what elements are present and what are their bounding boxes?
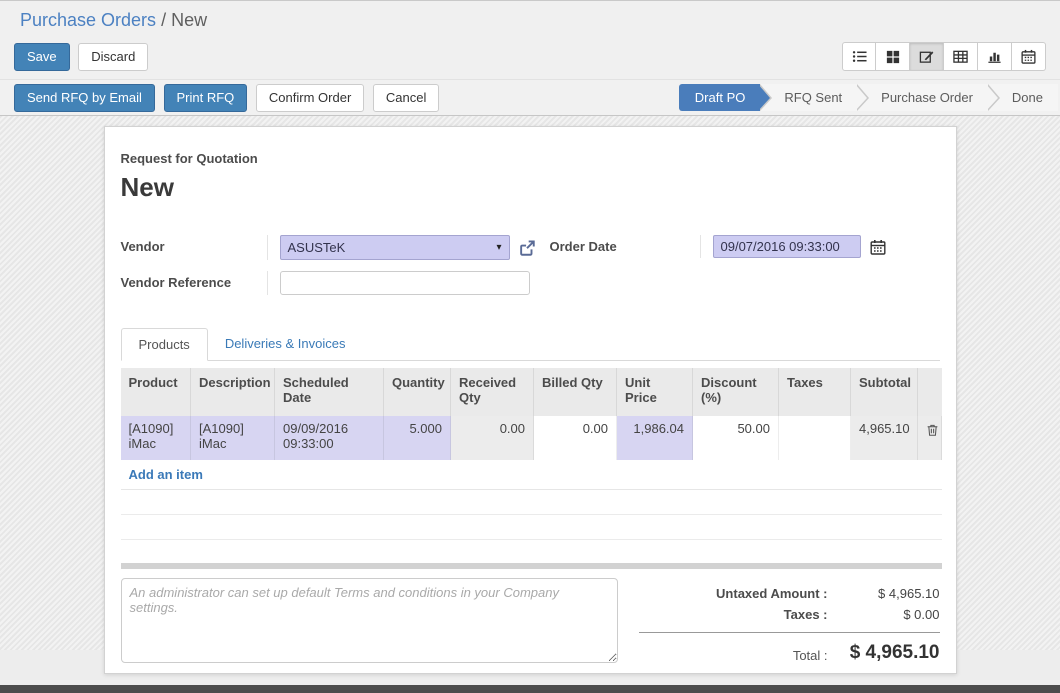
cancel-button[interactable]: Cancel [373, 84, 439, 112]
col-subtotal[interactable]: Subtotal [851, 368, 918, 416]
calendar-icon [1021, 49, 1036, 64]
empty-row [121, 540, 942, 563]
empty-row [121, 515, 942, 540]
vendor-value: ASUSTeK [288, 240, 346, 255]
col-quantity[interactable]: Quantity [384, 368, 451, 416]
statusbar: Send RFQ by Email Print RFQ Confirm Orde… [0, 79, 1060, 116]
breadcrumb-bar: Purchase Orders / New [0, 1, 1060, 35]
cell-subtotal: 4,965.10 [851, 416, 918, 460]
kanban-view-button[interactable] [876, 42, 910, 71]
order-date-label: Order Date [550, 235, 700, 254]
taxes-value: $ 0.00 [828, 607, 940, 622]
notebook-tabs: Products Deliveries & Invoices [121, 328, 940, 361]
pivot-view-button[interactable] [944, 42, 978, 71]
totals-block: Untaxed Amount : $ 4,965.10 Taxes : $ 0.… [639, 578, 940, 667]
trash-icon[interactable] [926, 423, 939, 437]
breadcrumb-separator: / [161, 10, 166, 30]
col-description[interactable]: Description [191, 368, 275, 416]
vendor-reference-input[interactable] [280, 271, 530, 295]
breadcrumb-current: New [171, 10, 207, 30]
col-received-qty[interactable]: Received Qty [451, 368, 534, 416]
add-an-item-link[interactable]: Add an item [129, 467, 203, 482]
cell-product[interactable]: [A1090] iMac [121, 416, 191, 460]
pivot-icon [953, 49, 968, 64]
cell-description[interactable]: [A1090] iMac [191, 416, 275, 460]
cell-scheduled-date[interactable]: 09/09/2016 09:33:00 [275, 416, 384, 460]
form-view-background: Request for Quotation New Vendor ASUSTeK… [0, 116, 1060, 650]
status-steps: Draft PO RFQ Sent Purchase Order Done [679, 84, 1058, 111]
footer-section: Untaxed Amount : $ 4,965.10 Taxes : $ 0.… [121, 578, 940, 667]
sheet-subtitle: Request for Quotation [121, 151, 940, 166]
col-actions [918, 368, 942, 416]
total-value: $ 4,965.10 [828, 642, 940, 664]
col-unit-price[interactable]: Unit Price [617, 368, 693, 416]
status-step-draft-po[interactable]: Draft PO [679, 84, 761, 111]
calendar-view-button[interactable] [1012, 42, 1046, 71]
cell-billed-qty: 0.00 [534, 416, 617, 460]
untaxed-amount-label: Untaxed Amount : [639, 586, 828, 601]
table-row[interactable]: [A1090] iMac [A1090] iMac 09/09/2016 09:… [121, 416, 942, 460]
col-product[interactable]: Product [121, 368, 191, 416]
form-toolbar: Save Discard [0, 35, 1060, 79]
col-scheduled-date[interactable]: Scheduled Date [275, 368, 384, 416]
col-billed-qty[interactable]: Billed Qty [534, 368, 617, 416]
record-buttons: Save Discard [14, 43, 148, 71]
status-step-purchase-order[interactable]: Purchase Order [857, 84, 988, 111]
graph-icon [987, 49, 1002, 64]
save-button[interactable]: Save [14, 43, 70, 71]
untaxed-amount-value: $ 4,965.10 [828, 586, 940, 601]
calendar-picker-icon[interactable] [870, 239, 886, 255]
breadcrumb-parent-link[interactable]: Purchase Orders [20, 10, 156, 30]
col-taxes[interactable]: Taxes [779, 368, 851, 416]
workflow-buttons: Send RFQ by Email Print RFQ Confirm Orde… [14, 84, 439, 112]
vendor-select[interactable]: ASUSTeK ▾ [280, 235, 510, 260]
cell-received-qty: 0.00 [451, 416, 534, 460]
cell-delete [918, 416, 942, 460]
taxes-label: Taxes : [639, 607, 828, 622]
tab-products[interactable]: Products [121, 328, 208, 361]
view-switcher [842, 42, 1046, 71]
graph-view-button[interactable] [978, 42, 1012, 71]
order-lines-table: Product Description Scheduled Date Quant… [121, 368, 943, 563]
vendor-label: Vendor [121, 235, 267, 254]
send-rfq-by-email-button[interactable]: Send RFQ by Email [14, 84, 155, 112]
bottom-bar [0, 685, 1060, 693]
empty-row [121, 490, 942, 515]
header-fields: Vendor ASUSTeK ▾ Vendor Reference Order … [121, 235, 940, 295]
confirm-order-button[interactable]: Confirm Order [256, 84, 364, 112]
totals-divider [639, 632, 940, 633]
table-header-row: Product Description Scheduled Date Quant… [121, 368, 942, 416]
col-discount[interactable]: Discount (%) [693, 368, 779, 416]
chevron-down-icon: ▾ [496, 242, 501, 253]
form-icon [919, 49, 934, 64]
total-label: Total : [639, 642, 828, 664]
breadcrumb: Purchase Orders / New [20, 10, 1040, 31]
discard-button[interactable]: Discard [78, 43, 148, 71]
left-field-group: Vendor ASUSTeK ▾ Vendor Reference [121, 235, 533, 295]
print-rfq-button[interactable]: Print RFQ [164, 84, 248, 112]
table-bottom-separator [121, 563, 942, 569]
form-view-button[interactable] [910, 42, 944, 71]
external-link-icon[interactable] [518, 239, 536, 257]
add-item-row: Add an item [121, 460, 942, 490]
status-step-rfq-sent[interactable]: RFQ Sent [760, 84, 857, 111]
tab-deliveries-invoices[interactable]: Deliveries & Invoices [208, 328, 363, 360]
list-view-button[interactable] [842, 42, 876, 71]
list-icon [852, 49, 867, 64]
record-title: New [121, 172, 940, 203]
cell-quantity[interactable]: 5.000 [384, 416, 451, 460]
cell-discount[interactable]: 50.00 [693, 416, 779, 460]
terms-and-conditions-textarea[interactable] [121, 578, 618, 663]
right-field-group: Order Date [550, 235, 886, 295]
cell-taxes[interactable] [779, 416, 851, 460]
kanban-icon [886, 50, 900, 64]
cell-unit-price[interactable]: 1,986.04 [617, 416, 693, 460]
vendor-reference-label: Vendor Reference [121, 271, 267, 290]
order-date-input[interactable] [713, 235, 861, 258]
form-sheet: Request for Quotation New Vendor ASUSTeK… [104, 126, 957, 674]
